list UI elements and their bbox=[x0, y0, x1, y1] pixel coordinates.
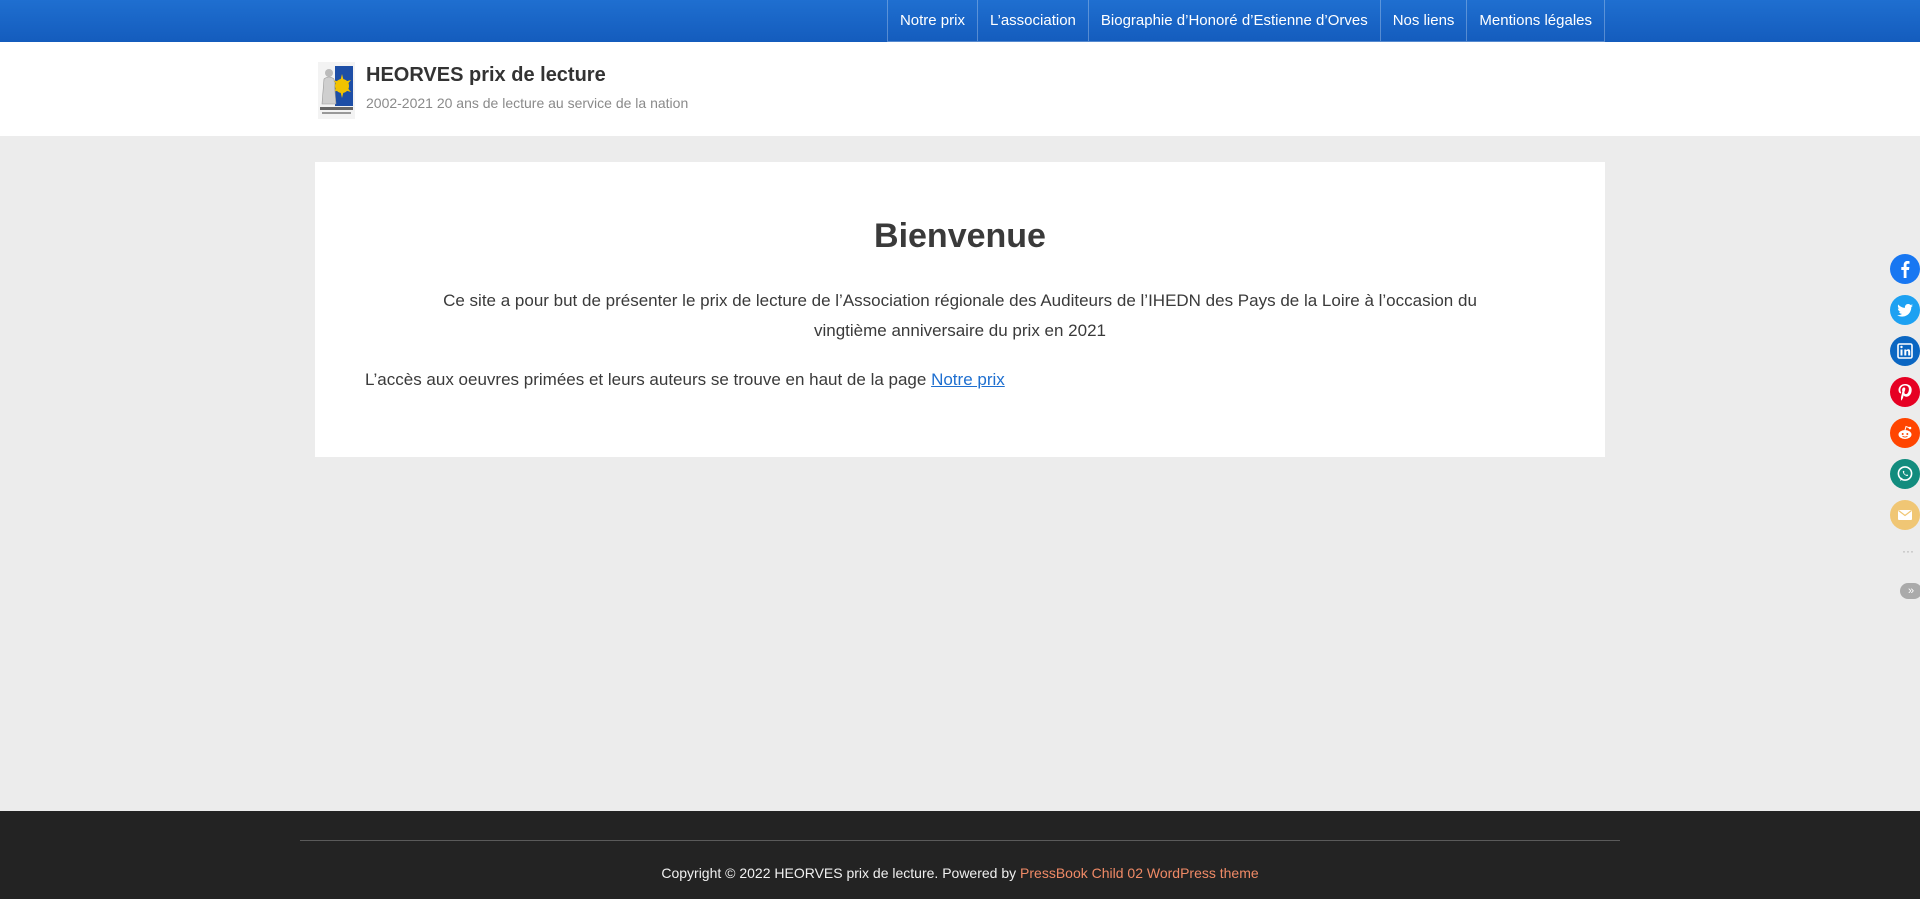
access-text: L’accès aux oeuvres primées et leurs aut… bbox=[365, 370, 932, 389]
collapse-share-icon[interactable]: » bbox=[1900, 583, 1920, 599]
more-options-icon[interactable]: ··· bbox=[1902, 544, 1914, 558]
linkedin-icon[interactable] bbox=[1890, 336, 1920, 366]
facebook-icon[interactable] bbox=[1890, 254, 1920, 284]
theme-link[interactable]: PressBook Child 02 WordPress theme bbox=[1020, 865, 1259, 881]
email-icon[interactable] bbox=[1890, 500, 1920, 530]
copyright-text: Copyright © 2022 HEORVES prix de lecture… bbox=[661, 865, 1021, 881]
whatsapp-icon[interactable] bbox=[1890, 459, 1920, 489]
content-card: Bienvenue Ce site a pour but de présente… bbox=[315, 162, 1605, 457]
nav-item-biographie[interactable]: Biographie d’Honoré d’Estienne d’Orves bbox=[1087, 0, 1380, 42]
association-emblem-icon[interactable] bbox=[318, 62, 355, 119]
intro-paragraph: Ce site a pour but de présenter le prix … bbox=[443, 291, 1477, 340]
pinterest-icon[interactable] bbox=[1890, 377, 1920, 407]
reddit-icon[interactable] bbox=[1890, 418, 1920, 448]
site-header: HEORVES prix de lecture 2002-2021 20 ans… bbox=[0, 42, 1920, 136]
main-menu: Notre prix L’association Biographie d’Ho… bbox=[886, 0, 1605, 42]
notre-prix-link[interactable]: Notre prix bbox=[931, 370, 1005, 389]
nav-item-association[interactable]: L’association bbox=[976, 0, 1088, 42]
page-title: Bienvenue bbox=[874, 217, 1046, 255]
copyright-line: Copyright © 2022 HEORVES prix de lecture… bbox=[0, 865, 1920, 881]
site-tagline: 2002-2021 20 ans de lecture au service d… bbox=[366, 95, 689, 111]
nav-item-notre-prix[interactable]: Notre prix bbox=[886, 0, 977, 42]
footer-divider bbox=[300, 840, 1620, 841]
twitter-icon[interactable] bbox=[1890, 295, 1920, 325]
nav-item-mentions-legales[interactable]: Mentions légales bbox=[1466, 0, 1605, 42]
site-title[interactable]: HEORVES prix de lecture bbox=[366, 64, 606, 87]
access-paragraph: L’accès aux oeuvres primées et leurs aut… bbox=[365, 370, 1005, 390]
site-footer: Copyright © 2022 HEORVES prix de lecture… bbox=[0, 811, 1920, 899]
top-navigation-bar: Notre prix L’association Biographie d’Ho… bbox=[0, 0, 1920, 42]
nav-item-nos-liens[interactable]: Nos liens bbox=[1379, 0, 1467, 42]
